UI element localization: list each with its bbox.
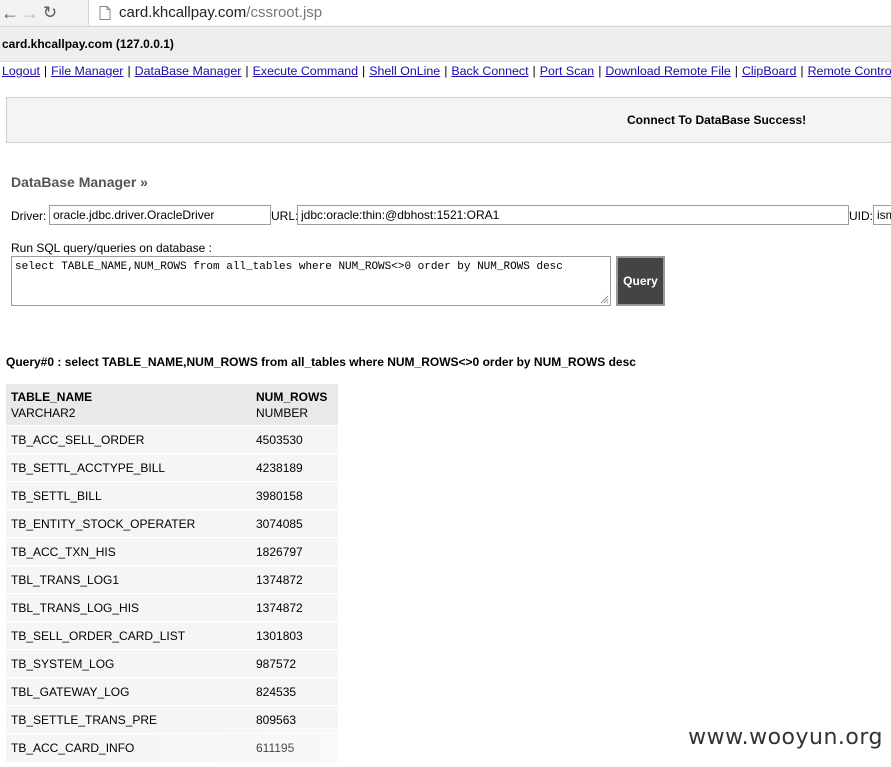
cell-num-rows: 1301803 <box>251 621 338 650</box>
cell-table-name: TBL_TRANS_LOG_HIS <box>6 593 251 622</box>
column-header-num-rows: NUM_ROWS NUMBER <box>251 384 338 426</box>
forward-arrow-icon[interactable]: → <box>20 2 40 24</box>
back-arrow-icon[interactable]: ← <box>0 2 20 24</box>
cell-table-name: TB_SETTL_ACCTYPE_BILL <box>6 453 251 482</box>
table-row: TBL_GATEWAY_LOG 824535 <box>6 677 338 706</box>
driver-input[interactable] <box>49 205 271 225</box>
column-name: TABLE_NAME <box>11 390 93 404</box>
status-message-box: Connect To DataBase Success! <box>6 97 891 143</box>
query-header: Query#0 : select TABLE_NAME,NUM_ROWS fro… <box>6 355 636 369</box>
menu-separator: | <box>43 64 48 78</box>
menu-separator: | <box>444 64 448 78</box>
cell-num-rows: 3074085 <box>251 509 338 538</box>
cell-num-rows: 4503530 <box>251 425 338 454</box>
table-row: TB_SYSTEM_LOG 987572 <box>6 649 338 678</box>
url-host: card.khcallpay.com <box>119 4 247 21</box>
menu-link-file-manager[interactable]: File Manager <box>51 64 123 78</box>
uid-input[interactable] <box>873 205 891 225</box>
table-row: TB_ACC_TXN_HIS 1826797 <box>6 537 338 566</box>
uid-label: UID: <box>849 209 873 223</box>
table-row: TBL_TRANS_LOG_HIS 1374872 <box>6 593 338 622</box>
menu-separator: | <box>800 64 804 78</box>
menu-separator: | <box>598 64 602 78</box>
cell-table-name: TB_ACC_SELL_ORDER <box>6 425 251 454</box>
menu-link-logout[interactable]: Logout <box>2 64 40 78</box>
menu-link-shell-online[interactable]: Shell OnLine <box>369 64 440 78</box>
cell-table-name: TB_SETTL_BILL <box>6 481 251 510</box>
menu-link-clipboard[interactable]: ClipBoard <box>742 64 796 78</box>
menu-link-download-remote-file[interactable]: Download Remote File <box>605 64 730 78</box>
sql-label: Run SQL query/queries on database : <box>11 241 213 255</box>
menu-separator: | <box>532 64 536 78</box>
cell-table-name: TB_ACC_TXN_HIS <box>6 537 251 566</box>
menu-separator: | <box>127 64 131 78</box>
cell-num-rows: 824535 <box>251 677 338 706</box>
cell-num-rows: 987572 <box>251 649 338 678</box>
menu-separator: | <box>362 64 366 78</box>
browser-toolbar: ← → ↻ card.khcallpay.com/cssroot.jsp <box>0 0 891 27</box>
table-row: TB_ACC_SELL_ORDER 4503530 <box>6 425 338 454</box>
results-table: TABLE_NAME VARCHAR2 NUM_ROWS NUMBER TB_A… <box>6 384 338 762</box>
menu-link-port-scan[interactable]: Port Scan <box>540 64 594 78</box>
main-menu: Logout | File Manager | DataBase Manager | Exe… <box>2 64 891 82</box>
host-info-bar: card.khcallpay.com (127.0.0.1) <box>0 27 891 62</box>
sql-textarea[interactable]: select TABLE_NAME,NUM_ROWS from all_tabl… <box>11 256 611 306</box>
menu-link-execute-command[interactable]: Execute Command <box>253 64 358 78</box>
cell-num-rows: 1374872 <box>251 565 338 594</box>
driver-label: Driver: <box>11 209 47 223</box>
column-type: VARCHAR2 <box>11 406 76 420</box>
watermark: www.wooyun.org <box>688 725 883 750</box>
cell-table-name: TB_SYSTEM_LOG <box>6 649 251 678</box>
menu-separator: | <box>734 64 738 78</box>
cell-num-rows: 3980158 <box>251 481 338 510</box>
cell-num-rows: 1374872 <box>251 593 338 622</box>
table-header-row: TABLE_NAME VARCHAR2 NUM_ROWS NUMBER <box>6 384 338 426</box>
cell-num-rows: 4238189 <box>251 453 338 482</box>
url-input[interactable] <box>297 205 849 225</box>
url-path: /cssroot.jsp <box>246 4 323 21</box>
menu-link-remote-control[interactable]: Remote Control <box>808 64 891 78</box>
table-row: TB_SETTL_ACCTYPE_BILL 4238189 <box>6 453 338 482</box>
cell-table-name: TBL_TRANS_LOG1 <box>6 565 251 594</box>
cell-num-rows: 1826797 <box>251 537 338 566</box>
reload-icon[interactable]: ↻ <box>40 2 60 24</box>
resize-grip-icon[interactable] <box>600 295 609 304</box>
table-row: TB_SELL_ORDER_CARD_LIST 1301803 <box>6 621 338 650</box>
query-button[interactable]: Query <box>616 256 665 306</box>
section-title: DataBase Manager » <box>11 174 148 190</box>
cell-table-name: TB_ENTITY_STOCK_OPERATER <box>6 509 251 538</box>
url-label: URL: <box>271 209 299 223</box>
table-row: TBL_TRANS_LOG1 1374872 <box>6 565 338 594</box>
column-type: NUMBER <box>256 406 309 420</box>
cell-table-name: TBL_GATEWAY_LOG <box>6 677 251 706</box>
page-icon <box>99 5 111 20</box>
menu-link-back-connect[interactable]: Back Connect <box>451 64 528 78</box>
status-message: Connect To DataBase Success! <box>627 113 807 127</box>
column-name: NUM_ROWS <box>256 390 328 404</box>
column-header-table-name: TABLE_NAME VARCHAR2 <box>6 384 251 426</box>
menu-link-database-manager[interactable]: DataBase Manager <box>135 64 242 78</box>
address-bar[interactable]: card.khcallpay.com/cssroot.jsp <box>88 0 891 25</box>
menu-separator: | <box>245 64 249 78</box>
table-row: TB_SETTL_BILL 3980158 <box>6 481 338 510</box>
host-info-text: card.khcallpay.com (127.0.0.1) <box>2 37 174 51</box>
table-row: TB_ENTITY_STOCK_OPERATER 3074085 <box>6 509 338 538</box>
cell-table-name: TB_SELL_ORDER_CARD_LIST <box>6 621 251 650</box>
